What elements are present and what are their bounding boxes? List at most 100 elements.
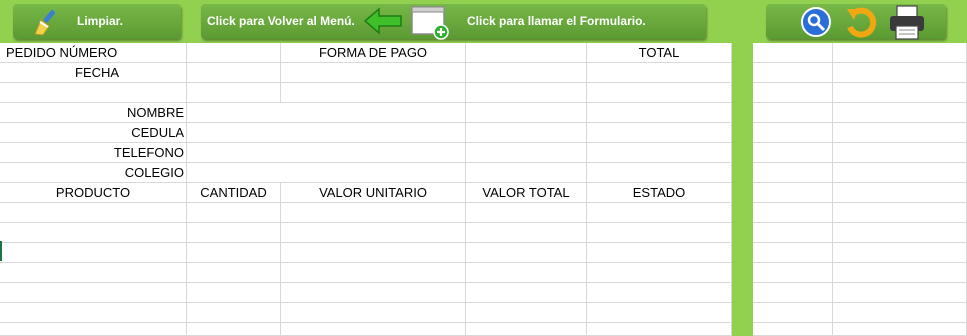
cell[interactable] (833, 303, 967, 323)
cell[interactable] (753, 183, 833, 203)
cell[interactable] (833, 43, 967, 63)
cell[interactable] (0, 303, 187, 323)
cell[interactable] (587, 263, 732, 283)
search-icon[interactable] (800, 6, 832, 41)
cell[interactable] (833, 83, 967, 103)
cedula-value[interactable] (187, 123, 466, 143)
cell[interactable] (466, 323, 587, 336)
cell[interactable] (587, 203, 732, 223)
cell[interactable] (833, 223, 967, 243)
cell[interactable] (833, 63, 967, 83)
cell[interactable] (587, 323, 732, 336)
total-value[interactable] (587, 63, 732, 83)
cell[interactable] (753, 263, 833, 283)
cell[interactable] (281, 243, 466, 263)
clear-button[interactable]: Limpiar. (13, 4, 181, 39)
cell[interactable] (753, 203, 833, 223)
cell[interactable] (0, 263, 187, 283)
cell[interactable] (833, 123, 967, 143)
cell[interactable] (466, 143, 587, 163)
nombre-value[interactable] (187, 103, 466, 123)
cell[interactable] (281, 323, 466, 336)
cell[interactable] (466, 303, 587, 323)
cell[interactable] (187, 223, 281, 243)
cell[interactable] (833, 283, 967, 303)
cell[interactable] (753, 123, 833, 143)
cell[interactable] (833, 163, 967, 183)
cell[interactable] (187, 83, 281, 103)
cell[interactable] (753, 243, 833, 263)
cell[interactable] (587, 143, 732, 163)
cell[interactable] (466, 63, 587, 83)
cell[interactable] (281, 263, 466, 283)
cell[interactable] (466, 263, 587, 283)
cell[interactable] (281, 203, 466, 223)
cell[interactable] (753, 323, 833, 336)
cell[interactable] (466, 163, 587, 183)
cell[interactable] (587, 223, 732, 243)
cell[interactable] (187, 243, 281, 263)
menu-button[interactable]: Click para Volver al Menú. Click para ll… (201, 4, 706, 40)
cell[interactable] (281, 223, 466, 243)
fecha-value[interactable] (187, 63, 281, 83)
cell[interactable] (753, 223, 833, 243)
cell[interactable] (466, 223, 587, 243)
cell[interactable] (281, 303, 466, 323)
cell[interactable] (753, 63, 833, 83)
cell[interactable] (753, 103, 833, 123)
cell[interactable] (0, 283, 187, 303)
cell[interactable] (466, 103, 587, 123)
colegio-value[interactable] (187, 163, 466, 183)
cell[interactable] (0, 203, 187, 223)
cell[interactable] (753, 83, 833, 103)
cell[interactable] (587, 123, 732, 143)
cell[interactable] (281, 83, 466, 103)
cell[interactable] (0, 83, 187, 103)
cell[interactable] (281, 63, 466, 83)
cell[interactable] (833, 203, 967, 223)
cell[interactable] (833, 103, 967, 123)
cell[interactable] (466, 203, 587, 223)
cell[interactable] (587, 83, 732, 103)
fecha-label: FECHA (75, 65, 120, 80)
cell[interactable] (753, 43, 833, 63)
clear-label: Limpiar. (77, 14, 124, 28)
cell[interactable] (833, 263, 967, 283)
cell[interactable] (833, 143, 967, 163)
cell[interactable] (187, 263, 281, 283)
cell[interactable] (187, 323, 281, 336)
pedido-numero-value[interactable] (187, 43, 281, 63)
column-header-producto: PRODUCTO (0, 183, 187, 203)
cell[interactable] (753, 283, 833, 303)
cell[interactable] (0, 223, 187, 243)
cell[interactable] (466, 243, 587, 263)
forma-pago-value[interactable] (466, 43, 587, 63)
cell[interactable] (753, 163, 833, 183)
cell[interactable] (753, 303, 833, 323)
printer-icon[interactable] (888, 5, 926, 44)
cell[interactable] (833, 183, 967, 203)
cell[interactable] (587, 103, 732, 123)
cell[interactable] (587, 163, 732, 183)
window-add-icon[interactable] (410, 4, 452, 43)
cell[interactable] (466, 283, 587, 303)
spreadsheet-grid[interactable]: PEDIDO NÚMERO FORMA DE PAGO TOTAL FECHA … (0, 43, 967, 336)
cell[interactable] (587, 243, 732, 263)
cell[interactable] (187, 303, 281, 323)
cell[interactable] (833, 323, 967, 336)
cell[interactable] (0, 243, 187, 263)
telefono-value[interactable] (187, 143, 466, 163)
cell[interactable] (833, 243, 967, 263)
cell[interactable] (0, 323, 187, 336)
cell[interactable] (187, 283, 281, 303)
cell[interactable] (281, 283, 466, 303)
cell[interactable] (466, 83, 587, 103)
cell[interactable] (466, 123, 587, 143)
cell[interactable] (587, 303, 732, 323)
refresh-icon[interactable] (844, 5, 880, 42)
forma-pago-label: FORMA DE PAGO (281, 43, 466, 63)
cell[interactable] (753, 143, 833, 163)
column-header-valor-total: VALOR TOTAL (466, 183, 587, 203)
cell[interactable] (587, 283, 732, 303)
cell[interactable] (187, 203, 281, 223)
